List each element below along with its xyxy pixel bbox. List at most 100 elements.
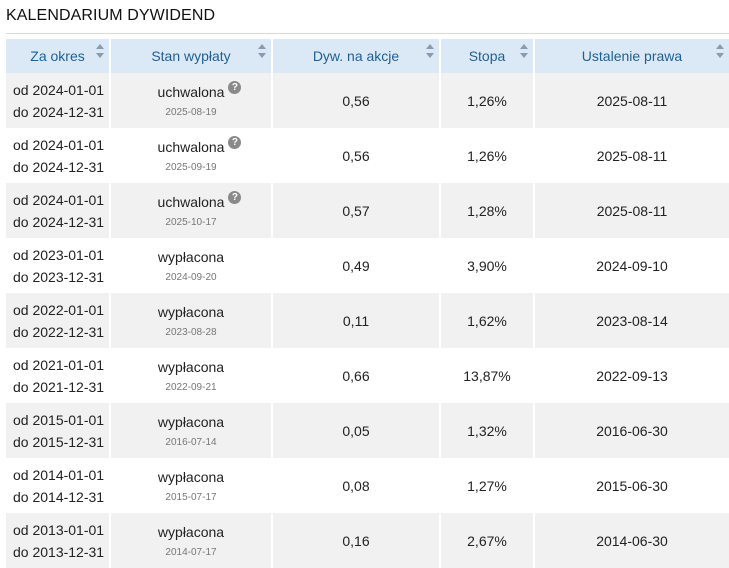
status-date: 2025-08-19	[165, 106, 217, 118]
dividend-cell: 0,57	[272, 183, 441, 238]
sort-icon[interactable]	[426, 44, 434, 60]
status-cell: uchwalona? 2025-10-17	[110, 183, 273, 238]
status-date: 2024-09-20	[165, 271, 217, 283]
yield-cell: 1,27%	[440, 458, 535, 513]
period-from: od 2013-01-01	[13, 521, 105, 538]
status-label: wypłacona	[157, 248, 225, 265]
dividend-cell: 0,16	[272, 513, 441, 568]
period-cell: od 2024-01-01 do 2024-12-31	[6, 73, 111, 128]
period-to: do 2014-12-31	[13, 488, 105, 505]
status-date: 2025-10-17	[165, 216, 217, 228]
period-to: do 2024-12-31	[13, 158, 105, 175]
table-row: od 2023-01-01 do 2023-12-31 wypłacona 2024-…	[6, 238, 729, 293]
period-from: od 2024-01-01	[13, 81, 105, 98]
column-header-yield[interactable]: Stopa	[440, 39, 535, 73]
period-from: od 2014-01-01	[13, 466, 105, 483]
column-header-status[interactable]: Stan wypłaty	[110, 39, 273, 73]
table-row: od 2024-01-01 do 2024-12-31 uchwalona? 2025…	[6, 128, 729, 183]
status-date: 2015-07-17	[165, 491, 217, 503]
table-header-row: Za okres Stan wypłaty Dyw. na akcje Stop…	[6, 39, 729, 73]
title-divider	[6, 33, 729, 34]
sort-icon[interactable]	[258, 44, 266, 60]
period-to: do 2022-12-31	[13, 323, 105, 340]
record-date-cell: 2025-08-11	[534, 128, 729, 183]
table-row: od 2024-01-01 do 2024-12-31 uchwalona? 2025…	[6, 183, 729, 238]
period-from: od 2021-01-01	[13, 356, 105, 373]
yield-cell: 1,26%	[440, 128, 535, 183]
yield-cell: 1,32%	[440, 403, 535, 458]
column-header-label: Dyw. na akcje	[312, 48, 400, 64]
status-label: uchwalona	[157, 83, 225, 100]
period-cell: od 2013-01-01 do 2013-12-31	[6, 513, 111, 568]
status-cell: wypłacona 2024-09-20	[110, 238, 273, 293]
record-date-cell: 2022-09-13	[534, 348, 729, 403]
column-header-record-date[interactable]: Ustalenie prawa	[534, 39, 729, 73]
record-date-cell: 2016-06-30	[534, 403, 729, 458]
status-label: uchwalona	[157, 138, 225, 155]
status-cell: wypłacona 2022-09-21	[110, 348, 273, 403]
table-row: od 2013-01-01 do 2013-12-31 wypłacona 2014-…	[6, 513, 729, 568]
period-from: od 2023-01-01	[13, 246, 105, 263]
period-to: do 2013-12-31	[13, 543, 105, 560]
status-cell: uchwalona? 2025-09-19	[110, 128, 273, 183]
dividend-cell: 0,56	[272, 128, 441, 183]
yield-cell: 1,28%	[440, 183, 535, 238]
status-label: uchwalona	[157, 193, 225, 210]
sort-icon[interactable]	[96, 44, 104, 60]
table-row: od 2021-01-01 do 2021-12-31 wypłacona 2022-…	[6, 348, 729, 403]
status-date: 2022-09-21	[165, 381, 217, 393]
status-date: 2025-09-19	[165, 161, 217, 173]
column-header-label: Za okres	[30, 48, 85, 64]
yield-cell: 1,62%	[440, 293, 535, 348]
period-from: od 2022-01-01	[13, 301, 105, 318]
yield-cell: 2,67%	[440, 513, 535, 568]
period-from: od 2024-01-01	[13, 191, 105, 208]
status-cell: wypłacona 2014-07-17	[110, 513, 273, 568]
column-header-dividend[interactable]: Dyw. na akcje	[272, 39, 441, 73]
dividend-cell: 0,49	[272, 238, 441, 293]
table-row: od 2024-01-01 do 2024-12-31 uchwalona? 2025…	[6, 73, 729, 128]
sort-icon[interactable]	[716, 44, 724, 60]
table-row: od 2022-01-01 do 2022-12-31 wypłacona 2023-…	[6, 293, 729, 348]
table-row: od 2015-01-01 do 2015-12-31 wypłacona 2016-…	[6, 403, 729, 458]
period-cell: od 2024-01-01 do 2024-12-31	[6, 183, 111, 238]
period-cell: od 2014-01-01 do 2014-12-31	[6, 458, 111, 513]
status-label: wypłacona	[157, 523, 225, 540]
status-date: 2014-07-17	[165, 546, 217, 558]
column-header-period[interactable]: Za okres	[6, 39, 111, 73]
period-cell: od 2024-01-01 do 2024-12-31	[6, 128, 111, 183]
table-row: od 2014-01-01 do 2014-12-31 wypłacona 2015-…	[6, 458, 729, 513]
status-date: 2023-08-28	[165, 326, 217, 338]
status-cell: wypłacona 2023-08-28	[110, 293, 273, 348]
record-date-cell: 2023-08-14	[534, 293, 729, 348]
help-icon[interactable]: ?	[228, 190, 242, 204]
record-date-cell: 2024-09-10	[534, 238, 729, 293]
period-cell: od 2015-01-01 do 2015-12-31	[6, 403, 111, 458]
dividend-table: Za okres Stan wypłaty Dyw. na akcje Stop…	[6, 39, 729, 568]
dividend-cell: 0,05	[272, 403, 441, 458]
status-cell: uchwalona? 2025-08-19	[110, 73, 273, 128]
period-to: do 2024-12-31	[13, 213, 105, 230]
status-label: wypłacona	[157, 468, 225, 485]
record-date-cell: 2015-06-30	[534, 458, 729, 513]
dividend-cell: 0,11	[272, 293, 441, 348]
column-header-label: Stan wypłaty	[151, 48, 231, 64]
help-icon[interactable]: ?	[228, 80, 242, 94]
record-date-cell: 2025-08-11	[534, 73, 729, 128]
help-icon[interactable]: ?	[228, 135, 242, 149]
period-cell: od 2023-01-01 do 2023-12-31	[6, 238, 111, 293]
status-cell: wypłacona 2016-07-14	[110, 403, 273, 458]
dividend-cell: 0,08	[272, 458, 441, 513]
period-to: do 2021-12-31	[13, 378, 105, 395]
period-from: od 2024-01-01	[13, 136, 105, 153]
yield-cell: 3,90%	[440, 238, 535, 293]
dividend-cell: 0,56	[272, 73, 441, 128]
period-to: do 2015-12-31	[13, 433, 105, 450]
period-to: do 2023-12-31	[13, 268, 105, 285]
period-to: do 2024-12-31	[13, 103, 105, 120]
period-from: od 2015-01-01	[13, 411, 105, 428]
status-label: wypłacona	[157, 358, 225, 375]
record-date-cell: 2025-08-11	[534, 183, 729, 238]
sort-icon[interactable]	[520, 44, 528, 60]
period-cell: od 2022-01-01 do 2022-12-31	[6, 293, 111, 348]
